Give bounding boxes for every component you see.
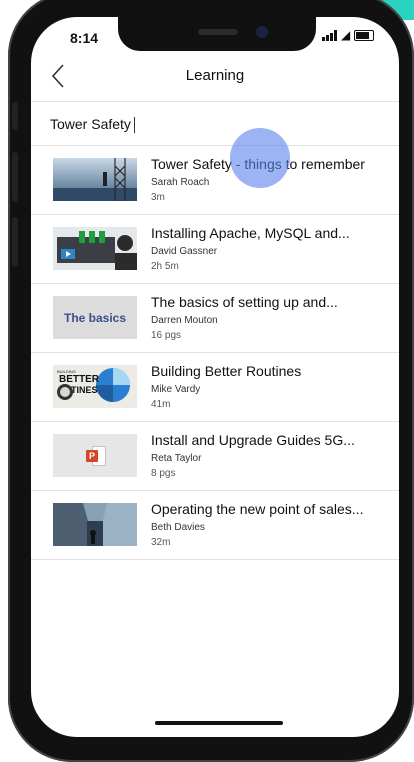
item-author: Darren Mouton	[151, 315, 218, 326]
list-item[interactable]: BUILDING BETTER TINES Building Better Ro…	[31, 353, 399, 422]
item-author: Beth Davies	[151, 522, 205, 533]
thumbnail-text: The basics	[63, 310, 127, 325]
nav-bar: Learning	[31, 55, 399, 102]
item-duration: 2h 5m	[151, 261, 179, 272]
home-indicator[interactable]	[155, 721, 283, 725]
touch-indicator	[230, 128, 290, 188]
thumbnail-routines: BUILDING BETTER TINES	[53, 365, 137, 408]
signal-icon	[322, 29, 337, 41]
speaker-grille	[198, 29, 238, 35]
item-author: Sarah Roach	[151, 177, 210, 188]
thumbnail-tower	[53, 158, 137, 201]
page-title: Learning	[185, 67, 245, 84]
item-pages: 16 pgs	[151, 330, 182, 341]
front-camera	[256, 26, 268, 38]
item-author: Reta Taylor	[151, 453, 202, 464]
list-item[interactable]: Tower Safety - things to remember Sarah …	[31, 146, 399, 215]
list-item[interactable]: Operating the new point of sales... Beth…	[31, 491, 399, 560]
item-author: Mike Vardy	[151, 384, 201, 395]
thumbnail-store	[53, 503, 137, 546]
status-time: 8:14	[70, 30, 99, 46]
item-title: Installing Apache, MySQL and...	[151, 225, 350, 241]
wifi-icon: ◢	[341, 28, 351, 42]
thumbnail-text-large: TINES	[71, 385, 98, 395]
item-title: Building Better Routines	[151, 363, 302, 379]
battery-icon	[354, 29, 375, 41]
results-list: Tower Safety - things to remember Sarah …	[31, 146, 399, 560]
thumbnail-basics: The basics	[53, 296, 137, 339]
list-item[interactable]: P Install and Upgrade Guides 5G... Reta …	[31, 422, 399, 491]
list-item[interactable]: Installing Apache, MySQL and... David Ga…	[31, 215, 399, 284]
status-icons: ◢	[322, 28, 375, 42]
item-title: Operating the new point of sales...	[151, 501, 364, 517]
item-duration: 32m	[151, 537, 171, 548]
list-item[interactable]: The basics The basics of setting up and.…	[31, 284, 399, 353]
search-input-value[interactable]: Tower Safety	[50, 116, 131, 132]
thumbnail-powerpoint: P	[53, 434, 137, 477]
item-pages: 8 pgs	[151, 468, 176, 479]
phone-notch	[118, 17, 316, 51]
thumbnail-server	[53, 227, 137, 270]
text-caret	[133, 117, 135, 134]
thumbnail-text-large: BETTER	[59, 374, 99, 385]
item-title: Install and Upgrade Guides 5G...	[151, 432, 355, 448]
item-duration: 41m	[151, 399, 171, 410]
item-author: David Gassner	[151, 246, 218, 257]
phone-side-button	[12, 152, 18, 202]
item-duration: 3m	[151, 192, 165, 203]
phone-side-button	[12, 102, 18, 130]
phone-side-button	[12, 217, 18, 267]
powerpoint-icon: P	[86, 446, 106, 466]
search-field[interactable]: Tower Safety	[31, 101, 399, 146]
item-title: The basics of setting up and...	[151, 294, 338, 310]
